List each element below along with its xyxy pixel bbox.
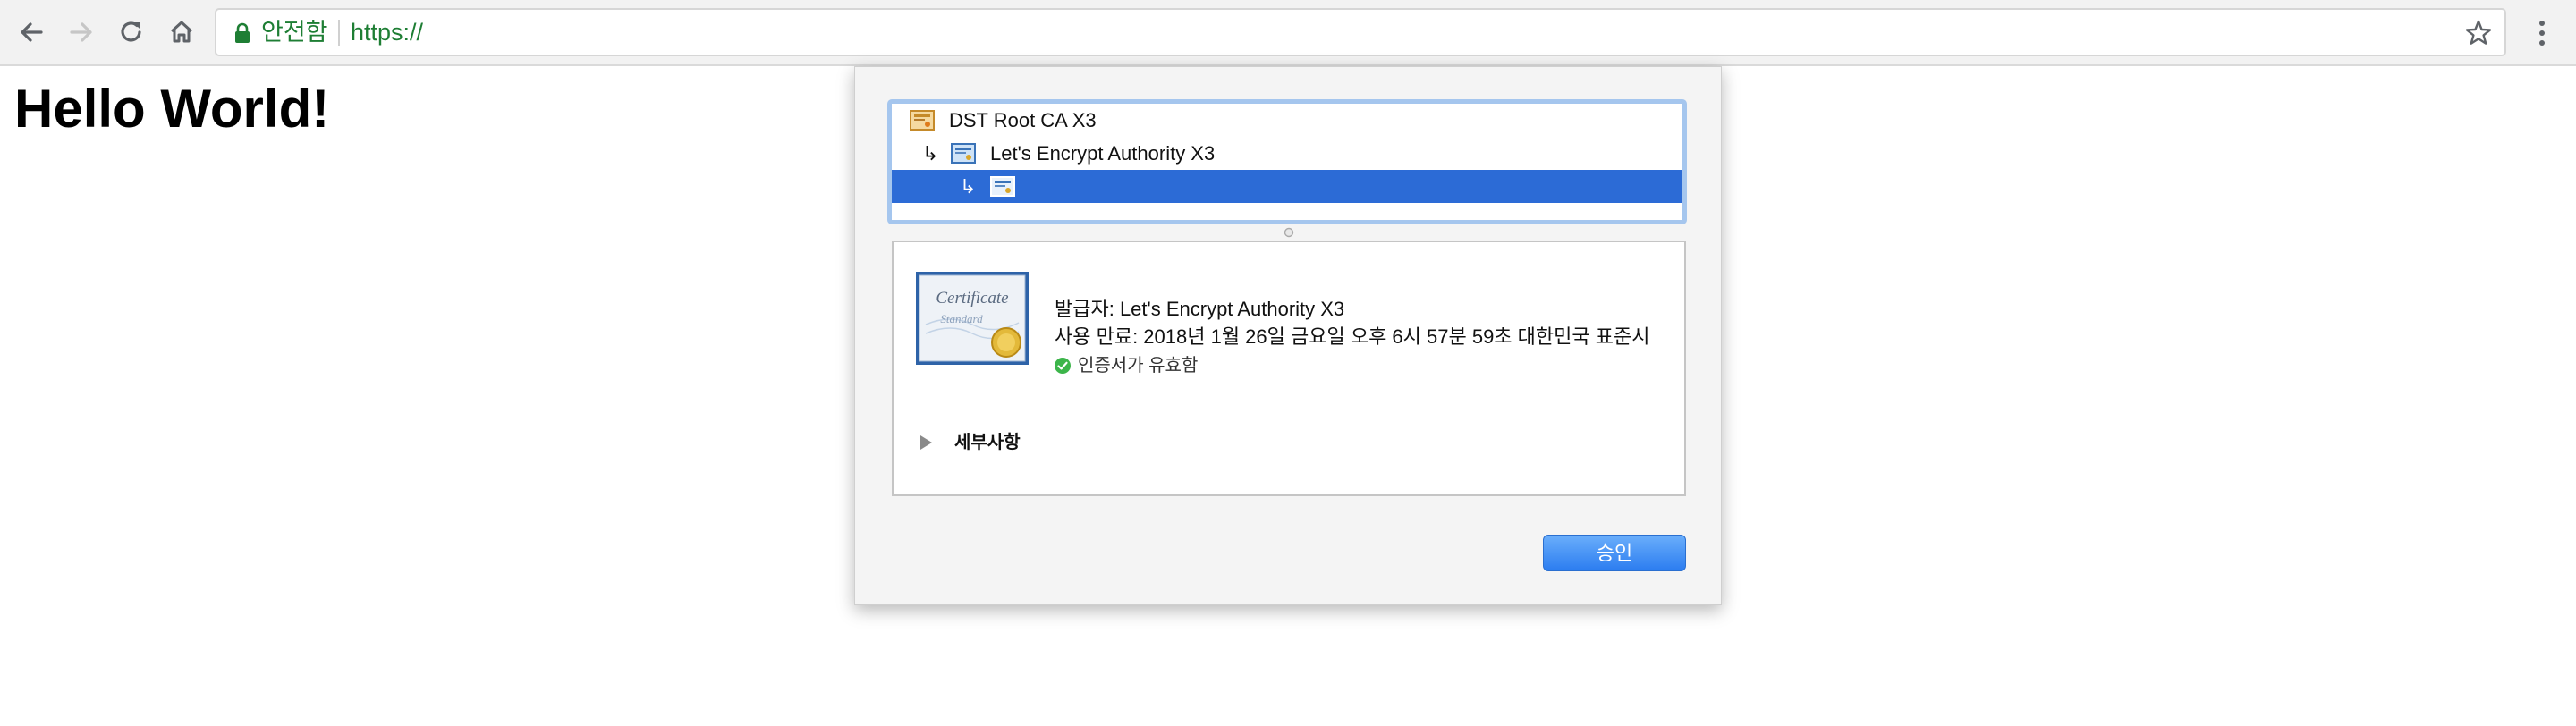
disclosure-triangle-icon[interactable] <box>919 435 933 451</box>
chain-arrow-icon: ↳ <box>922 142 939 165</box>
expiry-text: 사용 만료: 2018년 1월 26일 금요일 오후 6시 57분 59초 대한… <box>1055 325 1650 348</box>
certificate-image-subtitle: Standard <box>940 312 983 325</box>
back-button[interactable] <box>14 14 50 50</box>
back-arrow-icon <box>21 22 43 42</box>
star-icon[interactable] <box>2463 18 2494 48</box>
certificate-image: Certificate Standard <box>916 272 1029 365</box>
url-text[interactable]: https:// <box>351 18 423 46</box>
certificate-detail-panel: Certificate Standard 발급자: Let's Encrypt … <box>892 241 1686 496</box>
browser-toolbar: 안전함 https:// <box>0 0 2576 66</box>
chain-arrow-icon: ↳ <box>960 175 977 198</box>
certificate-image-title: Certificate <box>936 289 1008 308</box>
ok-button[interactable]: 승인 <box>1543 535 1686 571</box>
more-vert-icon[interactable] <box>2531 16 2553 50</box>
check-circle-icon <box>1055 358 1071 374</box>
url-divider <box>338 20 340 46</box>
issuer-text: 발급자: Let's Encrypt Authority X3 <box>1055 298 1345 320</box>
forward-button[interactable] <box>63 14 98 50</box>
certificate-chain-list[interactable]: DST Root CA X3 ↳ Let's Encrypt Authority… <box>887 99 1687 224</box>
reload-button[interactable] <box>114 14 149 50</box>
chain-item-leaf[interactable]: ↳ <box>892 170 1682 203</box>
home-button[interactable] <box>164 14 199 50</box>
certificate-icon <box>910 110 935 131</box>
validity-text: 인증서가 유효함 <box>1078 356 1199 376</box>
lock-icon <box>235 22 250 43</box>
address-bar[interactable]: 안전함 https:// <box>215 8 2506 56</box>
chain-item-root[interactable]: DST Root CA X3 <box>892 104 1682 137</box>
chain-item-label: DST Root CA X3 <box>949 109 1097 131</box>
reload-icon <box>121 21 141 42</box>
details-label: 세부사항 <box>954 433 1021 452</box>
certificate-icon <box>951 143 976 164</box>
home-icon <box>170 21 193 43</box>
pane-splitter-handle[interactable] <box>1284 227 1294 238</box>
security-status[interactable]: 안전함 <box>261 18 328 46</box>
chain-item-intermediate[interactable]: ↳ Let's Encrypt Authority X3 <box>892 137 1682 170</box>
page-heading: Hello World! <box>14 79 330 139</box>
certificate-dialog: DST Root CA X3 ↳ Let's Encrypt Authority… <box>854 66 1722 605</box>
certificate-icon <box>990 176 1015 197</box>
chain-item-label: Let's Encrypt Authority X3 <box>990 142 1216 165</box>
forward-arrow-icon <box>70 22 92 42</box>
